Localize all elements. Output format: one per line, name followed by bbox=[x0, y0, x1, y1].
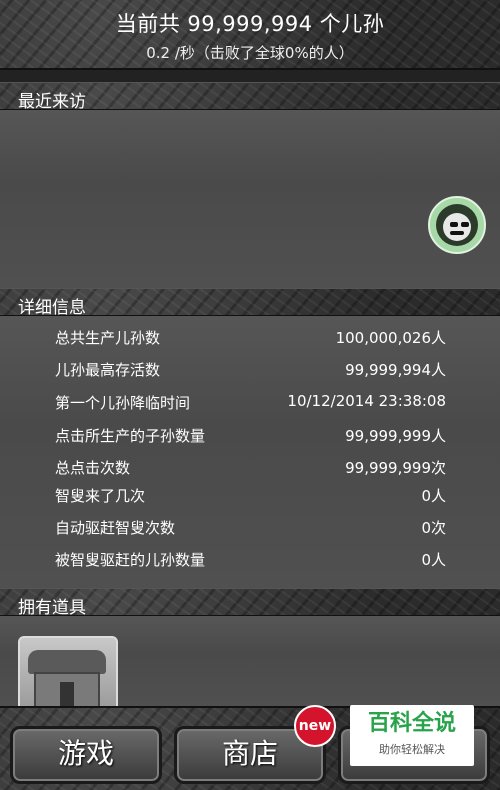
section-title: 最近来访 bbox=[18, 92, 86, 112]
stat-label: 第一个儿孙降临时间 bbox=[55, 394, 191, 412]
header: 当前共 99,999,994 个儿孙 0.2 /秒（击败了全球0%的人） bbox=[0, 0, 500, 70]
stat-label: 智叟来了几次 bbox=[55, 487, 146, 505]
watermark-title: 百科全说 bbox=[367, 711, 456, 736]
section-title: 详细信息 bbox=[18, 298, 86, 318]
section-title: 拥有道具 bbox=[18, 598, 86, 618]
stat-row: 第一个儿孙降临时间 10/12/2014 23:38:08 bbox=[0, 387, 500, 417]
stat-value: 0人 bbox=[421, 487, 446, 505]
stat-value: 99,999,999人 bbox=[345, 427, 446, 445]
total-descendants-count: 当前共 99,999,994 个儿孙 bbox=[115, 12, 385, 36]
stat-row: 自动驱赶智叟次数 0次 bbox=[0, 512, 500, 542]
stat-label: 总共生产儿孙数 bbox=[55, 329, 161, 347]
owned-items-header: 拥有道具 bbox=[0, 588, 500, 618]
stat-row: 总点击次数 99,999,999次 bbox=[0, 452, 500, 482]
recent-visitors-panel bbox=[0, 110, 500, 288]
stat-value: 0次 bbox=[421, 519, 446, 537]
stat-value: 99,999,994人 bbox=[345, 361, 446, 379]
stat-row: 儿孙最高存活数 99,999,994人 bbox=[0, 354, 500, 384]
stat-label: 儿孙最高存活数 bbox=[55, 361, 161, 379]
watermark-subtitle: 助你轻松解决 bbox=[379, 743, 445, 756]
stat-label: 被智叟驱赶的儿孙数量 bbox=[55, 551, 206, 569]
recent-visitors-header: 最近来访 bbox=[0, 82, 500, 112]
stat-row: 被智叟驱赶的儿孙数量 0人 bbox=[0, 544, 500, 574]
stat-label: 总点击次数 bbox=[55, 459, 131, 477]
stat-value: 10/12/2014 23:38:08 bbox=[287, 392, 446, 410]
game-tab-button[interactable]: 游戏 bbox=[10, 726, 162, 784]
stat-row: 智叟来了几次 0人 bbox=[0, 480, 500, 510]
stat-value: 99,999,999次 bbox=[345, 459, 446, 477]
new-badge: new bbox=[294, 705, 336, 747]
hut-icon[interactable] bbox=[18, 636, 118, 712]
stat-row: 点击所生产的子孙数量 99,999,999人 bbox=[0, 420, 500, 450]
stat-value: 0人 bbox=[421, 551, 446, 569]
grim-reaper-icon[interactable] bbox=[428, 196, 486, 254]
production-rate: 0.2 /秒（击败了全球0%的人） bbox=[146, 44, 354, 62]
stat-label: 点击所生产的子孙数量 bbox=[55, 427, 206, 445]
stat-value: 100,000,026人 bbox=[335, 329, 446, 347]
stat-label: 自动驱赶智叟次数 bbox=[55, 519, 176, 537]
stat-row: 总共生产儿孙数 100,000,026人 bbox=[0, 322, 500, 352]
details-header: 详细信息 bbox=[0, 288, 500, 318]
watermark-logo: 百科全说 助你轻松解决 bbox=[350, 705, 474, 766]
